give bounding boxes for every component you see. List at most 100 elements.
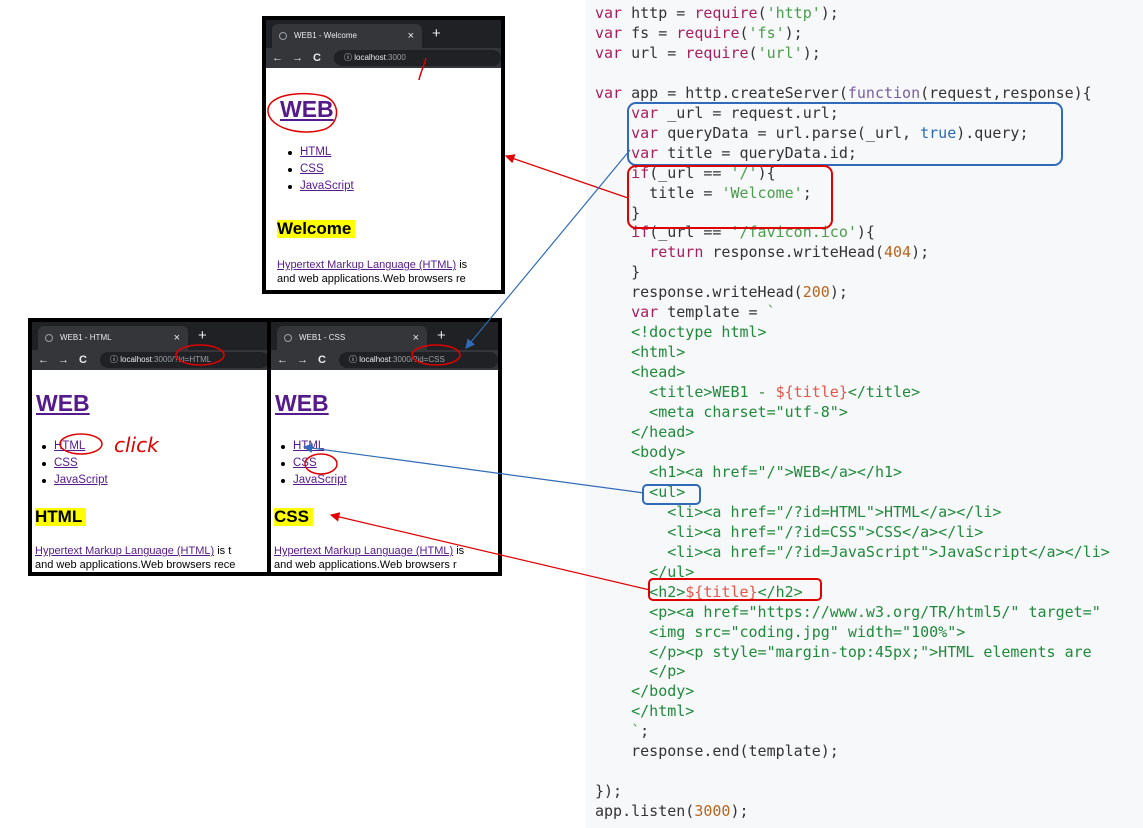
browser-window-welcome: WEB1 - Welcome × + ← → C ⓘ localhost:300… (262, 16, 505, 294)
tab-welcome[interactable]: WEB1 - Welcome × (272, 24, 422, 48)
code-line: <h1><a href="/">WEB</a></h1> (595, 462, 903, 481)
code-line: <head> (595, 363, 686, 382)
page-subheading: CSS (274, 508, 313, 526)
code-line: <p><a href="https://www.w3.org/TR/html5/… (595, 602, 1101, 621)
link-html[interactable]: HTML (300, 146, 331, 158)
plus-icon[interactable]: + (198, 324, 207, 348)
code-line: var url = require('url'); (595, 43, 821, 62)
code-line: <!doctype html> (595, 323, 767, 342)
address-path: :3000/?id=HTML (151, 355, 212, 364)
paragraph-text: is (456, 259, 468, 271)
plus-icon[interactable]: + (437, 324, 446, 348)
link-html[interactable]: HTML (54, 440, 85, 452)
tab-css[interactable]: WEB1 - CSS × (277, 326, 427, 350)
tab-title: WEB1 - CSS (299, 333, 346, 342)
close-icon[interactable]: × (174, 326, 180, 350)
paragraph-line: and web applications.Web browsers re (277, 273, 466, 285)
link-javascript[interactable]: JavaScript (293, 474, 347, 486)
reload-icon[interactable]: C (313, 50, 321, 66)
code-line: var _url = request.url; (631, 103, 839, 122)
code-line: <img src="coding.jpg" width="100%"> (595, 622, 966, 641)
nav-bar: ← → C ⓘ localhost:3000/?id=CSS (271, 350, 498, 370)
list-item: HTML (277, 438, 347, 455)
forward-arrow-icon[interactable]: → (58, 352, 69, 368)
paragraph: Hypertext Markup Language (HTML) is t an… (35, 544, 235, 572)
code-line: <title>WEB1 - ${title}</title> (595, 383, 921, 402)
code-line: title = 'Welcome'; (595, 183, 812, 202)
tab-title: WEB1 - HTML (60, 333, 112, 342)
code-line: var template = ` (631, 303, 776, 322)
info-icon: ⓘ (344, 53, 352, 62)
list-item: HTML (284, 144, 354, 161)
info-icon: ⓘ (110, 355, 118, 364)
tab-title: WEB1 - Welcome (294, 31, 357, 40)
address-host: localhost (354, 53, 386, 62)
address-bar[interactable]: ⓘ localhost:3000/?id=CSS (339, 352, 498, 368)
code-line: <meta charset="utf-8"> (595, 403, 848, 422)
code-line: <li><a href="/?id=HTML">HTML</a></li> (595, 502, 1002, 521)
code-line: </body> (595, 682, 695, 701)
reload-icon[interactable]: C (318, 352, 326, 368)
code-line: if(_url == '/'){ (631, 163, 776, 182)
code-line: </ul> (595, 562, 695, 581)
code-block: var http = require('http'); var fs = req… (586, 0, 1143, 822)
link-javascript[interactable]: JavaScript (54, 474, 108, 486)
code-line: if(_url == '/favicon.ico'){ (631, 223, 875, 242)
page-heading-link[interactable]: WEB (36, 390, 90, 417)
code-editor-panel: var http = require('http'); var fs = req… (586, 0, 1143, 828)
code-line: <li><a href="/?id=JavaScript">JavaScript… (595, 542, 1110, 561)
list-item: CSS (277, 455, 347, 472)
browser-window-css: WEB1 - CSS × + ← → C ⓘ localhost:3000/?i… (267, 318, 502, 576)
paragraph-link[interactable]: Hypertext Markup Language (HTML) (35, 545, 214, 557)
reload-icon[interactable]: C (79, 352, 87, 368)
code-line: }); (595, 782, 623, 801)
forward-arrow-icon[interactable]: → (297, 352, 308, 368)
back-arrow-icon[interactable]: ← (277, 352, 288, 368)
link-css[interactable]: CSS (293, 457, 317, 469)
code-line: response.end(template); (595, 742, 839, 761)
code-line: var app = http.createServer(function(req… (595, 83, 1092, 102)
address-path: :3000 (385, 53, 406, 62)
browser-window-html: WEB1 - HTML × + ← → C ⓘ localhost:3000/?… (28, 318, 273, 576)
page-heading-link[interactable]: WEB (275, 390, 329, 417)
code-line: var fs = require('fs'); (595, 23, 803, 42)
code-line: var title = queryData.id; (631, 143, 857, 162)
paragraph-line: and web applications.Web browsers rece (35, 559, 236, 571)
page-heading-link[interactable]: WEB (280, 96, 334, 123)
code-line: app.listen(3000); (595, 802, 749, 821)
paragraph: Hypertext Markup Language (HTML) is and … (274, 544, 464, 572)
info-icon: ⓘ (349, 355, 357, 364)
code-line: </p> (595, 662, 686, 681)
code-line: </html> (595, 702, 695, 721)
code-line: var http = require('http'); (595, 4, 839, 22)
paragraph-line: and web applications.Web browsers r (274, 559, 457, 571)
tab-html[interactable]: WEB1 - HTML × (38, 326, 188, 350)
tab-bar: WEB1 - CSS × + (271, 322, 498, 350)
code-line: return response.writeHead(404); (649, 243, 930, 262)
code-line: </head> (595, 423, 695, 442)
paragraph-link[interactable]: Hypertext Markup Language (HTML) (277, 259, 456, 271)
back-arrow-icon[interactable]: ← (38, 352, 49, 368)
paragraph-link[interactable]: Hypertext Markup Language (HTML) (274, 545, 453, 557)
close-icon[interactable]: × (413, 326, 419, 350)
forward-arrow-icon[interactable]: → (292, 50, 303, 66)
code-line: <html> (595, 343, 686, 362)
code-line: var queryData = url.parse(_url, true).qu… (631, 123, 1029, 142)
link-css[interactable]: CSS (54, 457, 78, 469)
nav-bar: ← → C ⓘ localhost:3000/?id=HTML (32, 350, 269, 370)
list-item: HTML (38, 438, 108, 455)
globe-icon (45, 334, 53, 342)
address-bar[interactable]: ⓘ localhost:3000/?id=HTML (100, 352, 269, 368)
list-item: CSS (284, 161, 354, 178)
plus-icon[interactable]: + (432, 22, 441, 46)
close-icon[interactable]: × (408, 24, 414, 48)
paragraph: Hypertext Markup Language (HTML) is and … (277, 258, 467, 286)
code-line: `; (595, 722, 650, 741)
code-line: </p><p style="margin-top:45px;">HTML ele… (595, 642, 1092, 661)
link-css[interactable]: CSS (300, 163, 324, 175)
tab-bar: WEB1 - Welcome × + (266, 20, 501, 48)
address-bar[interactable]: ⓘ localhost:3000 (334, 50, 501, 66)
link-javascript[interactable]: JavaScript (300, 180, 354, 192)
link-html[interactable]: HTML (293, 440, 324, 452)
back-arrow-icon[interactable]: ← (272, 50, 283, 66)
